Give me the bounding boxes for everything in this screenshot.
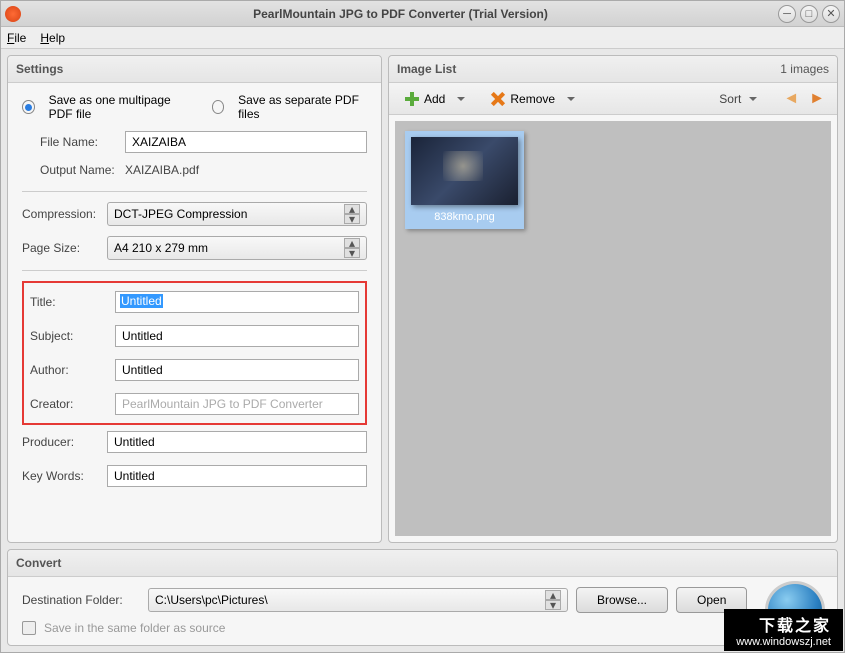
next-arrow-icon[interactable]: ► [809,90,825,108]
imagelist-toolbar: Add Remove Sort ◄ ► [389,83,837,115]
image-count: 1 images [780,62,829,76]
creator-input [115,393,359,415]
convert-header: Convert [8,550,837,577]
menu-help[interactable]: Help [40,31,65,45]
minimize-button[interactable]: ─ [778,5,796,23]
stepper-icon: ▴▾ [344,204,360,224]
close-button[interactable]: ✕ [822,5,840,23]
producer-input[interactable] [107,431,367,453]
add-button[interactable]: Add [399,89,451,109]
save-separate-radio[interactable] [212,100,225,114]
remove-button[interactable]: Remove [485,89,561,109]
convert-panel: Convert Destination Folder: C:\Users\pc\… [7,549,838,646]
menu-file[interactable]: File [7,31,26,45]
samefolder-checkbox[interactable] [22,621,36,635]
samefolder-label: Save in the same folder as source [44,621,225,635]
title-input[interactable]: Untitled [115,291,359,313]
app-window: PearlMountain JPG to PDF Converter (Tria… [0,0,845,653]
pagesize-select[interactable]: A4 210 x 279 mm ▴▾ [107,236,367,260]
menubar: File Help [1,27,844,49]
dest-label: Destination Folder: [22,593,140,607]
compression-label: Compression: [22,207,107,221]
add-dropdown[interactable] [457,97,465,101]
settings-panel: Settings Save as one multipage PDF file … [7,55,382,543]
window-title: PearlMountain JPG to PDF Converter (Tria… [27,7,774,21]
producer-label: Producer: [22,435,107,449]
plus-icon [405,92,419,106]
settings-body: Save as one multipage PDF file Save as s… [8,83,381,542]
thumbnail-name: 838kmo.png [411,211,518,223]
stepper-icon: ▴▾ [545,590,561,610]
save-separate-label: Save as separate PDF files [238,93,367,121]
subject-label: Subject: [30,329,115,343]
save-one-radio[interactable] [22,100,35,114]
subject-input[interactable] [115,325,359,347]
titlebar: PearlMountain JPG to PDF Converter (Tria… [1,1,844,27]
content-area: Settings Save as one multipage PDF file … [1,49,844,549]
outputname-label: Output Name: [40,163,125,177]
app-icon [5,6,21,22]
filename-input[interactable] [125,131,367,153]
keywords-label: Key Words: [22,469,107,483]
author-label: Author: [30,363,115,377]
metadata-highlight: Title: Untitled Subject: Author: Creator… [22,281,367,425]
imagelist-panel: Image List 1 images Add Remove Sort [388,55,838,543]
creator-label: Creator: [30,397,115,411]
compression-select[interactable]: DCT-JPEG Compression ▴▾ [107,202,367,226]
filename-label: File Name: [40,135,125,149]
dest-select[interactable]: C:\Users\pc\Pictures\ ▴▾ [148,588,568,612]
keywords-input[interactable] [107,465,367,487]
browse-button[interactable]: Browse... [576,587,668,613]
imagelist-header: Image List 1 images [389,56,837,83]
remove-dropdown[interactable] [567,97,575,101]
x-icon [491,92,505,106]
title-label: Title: [30,295,115,309]
sort-dropdown[interactable] [749,97,757,101]
settings-header: Settings [8,56,381,83]
pagesize-label: Page Size: [22,241,107,255]
prev-arrow-icon[interactable]: ◄ [783,90,799,108]
watermark: 下载之家 www.windowszj.net [724,609,843,651]
thumbnail-item[interactable]: 838kmo.png [405,131,524,229]
gallery[interactable]: 838kmo.png [395,121,831,536]
save-one-label: Save as one multipage PDF file [49,93,198,121]
outputname-value: XAIZAIBA.pdf [125,163,199,177]
sort-button[interactable]: Sort [719,92,741,106]
stepper-icon: ▴▾ [344,238,360,258]
maximize-button[interactable]: □ [800,5,818,23]
author-input[interactable] [115,359,359,381]
thumbnail-image [411,137,518,205]
